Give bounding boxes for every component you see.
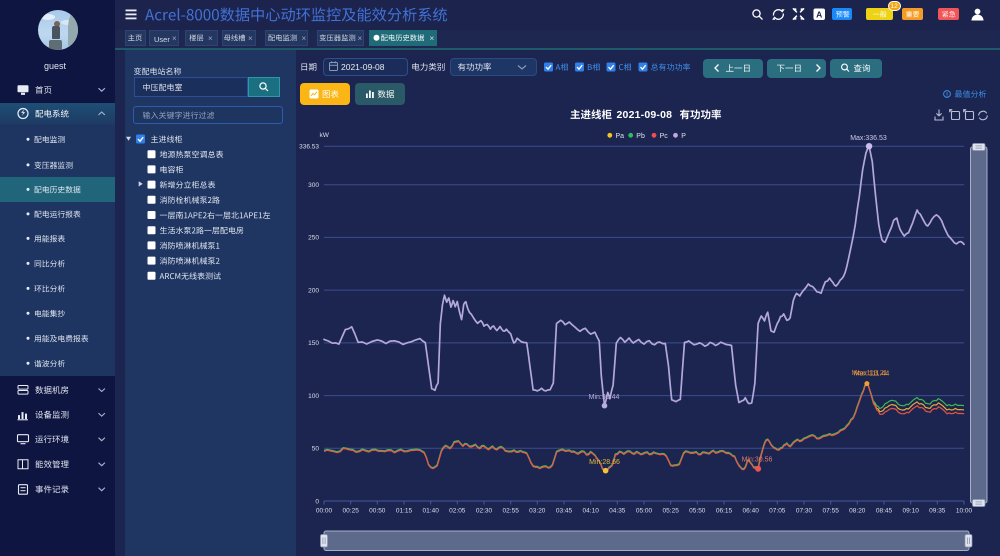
svg-text:200: 200 <box>308 287 319 294</box>
svg-text:09:10: 09:10 <box>903 508 920 515</box>
svg-text:A: A <box>816 10 822 20</box>
svg-text:04:35: 04:35 <box>609 508 626 515</box>
svg-text:Pa: Pa <box>616 133 625 140</box>
svg-text:07:30: 07:30 <box>796 508 813 515</box>
svg-text:01:40: 01:40 <box>423 508 440 515</box>
svg-text:02:30: 02:30 <box>476 508 493 515</box>
svg-text:10:00: 10:00 <box>956 508 973 515</box>
svg-text:Min:90.44: Min:90.44 <box>589 394 620 401</box>
svg-text:05:50: 05:50 <box>689 508 706 515</box>
svg-text:150: 150 <box>308 340 319 347</box>
svg-text:07:55: 07:55 <box>823 508 840 515</box>
svg-text:04:10: 04:10 <box>583 508 600 515</box>
svg-text:09:35: 09:35 <box>929 508 946 515</box>
svg-text:05:25: 05:25 <box>663 508 680 515</box>
svg-text:336.53: 336.53 <box>299 144 319 151</box>
svg-text:300: 300 <box>308 182 319 189</box>
svg-text:06:15: 06:15 <box>716 508 733 515</box>
svg-text:08:20: 08:20 <box>849 508 866 515</box>
svg-text:Max:111.44: Max:111.44 <box>854 371 890 378</box>
svg-text:06:40: 06:40 <box>743 508 760 515</box>
svg-text:250: 250 <box>308 235 319 242</box>
svg-text:08:45: 08:45 <box>876 508 893 515</box>
svg-text:100: 100 <box>308 393 319 400</box>
svg-text:0: 0 <box>315 498 319 505</box>
svg-text:Pc: Pc <box>660 133 669 140</box>
svg-text:00:50: 00:50 <box>369 508 386 515</box>
svg-text:02:05: 02:05 <box>449 508 466 515</box>
svg-text:03:45: 03:45 <box>556 508 573 515</box>
svg-text:P: P <box>681 133 686 140</box>
svg-text:50: 50 <box>312 446 320 453</box>
svg-text:kW: kW <box>320 132 330 139</box>
svg-text:Min:28.66: Min:28.66 <box>589 459 620 466</box>
svg-text:00:00: 00:00 <box>316 508 333 515</box>
svg-text:07:05: 07:05 <box>769 508 786 515</box>
svg-text:01:15: 01:15 <box>396 508 413 515</box>
svg-text:Min:30.56: Min:30.56 <box>742 457 773 464</box>
svg-text:03:20: 03:20 <box>529 508 546 515</box>
svg-text:Max:336.53: Max:336.53 <box>850 135 887 142</box>
svg-text:02:55: 02:55 <box>503 508 520 515</box>
svg-text:00:25: 00:25 <box>343 508 360 515</box>
svg-text:Pb: Pb <box>636 133 645 140</box>
svg-text:05:00: 05:00 <box>636 508 653 515</box>
